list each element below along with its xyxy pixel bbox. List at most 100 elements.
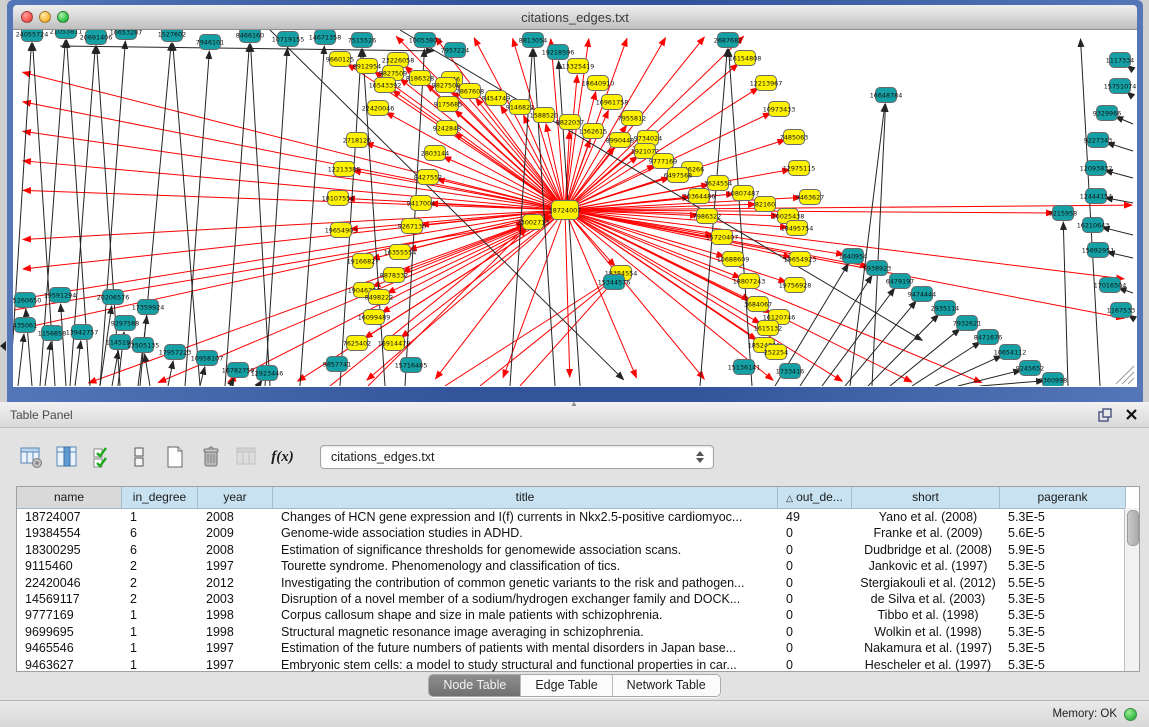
graph-node[interactable]: [1083, 218, 1104, 233]
graph-node[interactable]: [368, 101, 389, 116]
graph-node[interactable]: [790, 252, 811, 267]
graph-node[interactable]: [800, 190, 821, 205]
function-builder-button[interactable]: f(x): [270, 445, 295, 470]
graph-node[interactable]: [787, 221, 808, 236]
table-settings-button[interactable]: [18, 445, 43, 470]
graph-node[interactable]: [712, 230, 733, 245]
graph-node[interactable]: [115, 316, 136, 331]
tab-node-table[interactable]: Node Table: [429, 675, 520, 696]
new-column-button[interactable]: [162, 445, 187, 470]
graph-node[interactable]: [72, 325, 93, 340]
graph-node[interactable]: [766, 345, 787, 360]
graph-node[interactable]: [622, 111, 643, 126]
graph-node[interactable]: [1043, 373, 1064, 388]
graph-node[interactable]: [912, 287, 933, 302]
graph-node[interactable]: [978, 330, 999, 345]
memory-status-indicator[interactable]: [1124, 708, 1137, 721]
graph-node[interactable]: [653, 154, 674, 169]
graph-node[interactable]: [1086, 161, 1107, 176]
graph-node[interactable]: [390, 245, 411, 260]
graph-node[interactable]: [739, 274, 760, 289]
graph-node[interactable]: [278, 32, 299, 47]
graph-node[interactable]: [347, 336, 368, 351]
graph-node[interactable]: [523, 215, 544, 230]
graph-node[interactable]: [843, 249, 864, 264]
column-header-short[interactable]: short: [852, 487, 1000, 508]
graph-node[interactable]: [436, 78, 457, 93]
graph-node[interactable]: [1110, 53, 1131, 68]
graph-node[interactable]: [15, 318, 36, 333]
table-row[interactable]: 911546021997Tourette syndrome. Phenomeno…: [17, 558, 1139, 574]
table-row[interactable]: 1830029562008Estimation of significance …: [17, 542, 1139, 558]
graph-node[interactable]: [353, 254, 374, 269]
graph-node[interactable]: [86, 30, 107, 45]
graph-node[interactable]: [418, 170, 439, 185]
graph-node[interactable]: [42, 326, 63, 341]
graph-node[interactable]: [410, 71, 431, 86]
tab-edge-table[interactable]: Edge Table: [520, 675, 611, 696]
split-handle-icon[interactable]: ▲: [570, 400, 578, 408]
graph-node[interactable]: [588, 76, 609, 91]
graph-node[interactable]: [697, 209, 718, 224]
graph-node[interactable]: [733, 186, 754, 201]
graph-node[interactable]: [957, 316, 978, 331]
tab-network-table[interactable]: Network Table: [612, 675, 720, 696]
graph-node[interactable]: [785, 278, 806, 293]
graph-node[interactable]: [708, 176, 729, 191]
graph-node[interactable]: [411, 196, 432, 211]
graph-node[interactable]: [780, 364, 801, 379]
graph-node[interactable]: [438, 97, 459, 112]
network-graph-canvas[interactable]: 2405572421053811206914061065328715276027…: [0, 0, 1149, 402]
graph-node[interactable]: [560, 115, 581, 130]
graph-node[interactable]: [789, 161, 810, 176]
graph-node[interactable]: [22, 27, 43, 42]
graph-node[interactable]: [756, 76, 777, 91]
graph-node[interactable]: [552, 201, 579, 220]
graph-node[interactable]: [755, 197, 776, 212]
graph-node[interactable]: [534, 108, 555, 123]
graph-node[interactable]: [110, 335, 131, 350]
graph-node[interactable]: [723, 252, 744, 267]
graph-node[interactable]: [200, 35, 221, 50]
select-attributes-button[interactable]: [90, 445, 115, 470]
graph-node[interactable]: [510, 100, 531, 115]
graph-node[interactable]: [384, 268, 405, 283]
graph-node[interactable]: [328, 191, 349, 206]
graph-node[interactable]: [935, 301, 956, 316]
graph-node[interactable]: [165, 345, 186, 360]
graph-node[interactable]: [15, 293, 36, 308]
graph-node[interactable]: [240, 28, 261, 43]
graph-node[interactable]: [257, 366, 278, 381]
column-header-out_degree[interactable]: △out_de...: [778, 487, 852, 508]
float-panel-icon[interactable]: [1097, 407, 1113, 423]
graph-node[interactable]: [402, 219, 423, 234]
network-table-selector[interactable]: citations_edges.txt: [320, 445, 714, 469]
graph-node[interactable]: [401, 358, 422, 373]
graph-node[interactable]: [867, 261, 888, 276]
graph-node[interactable]: [460, 84, 481, 99]
graph-node[interactable]: [1088, 243, 1109, 258]
table-row[interactable]: 946554611997Estimation of the future num…: [17, 640, 1139, 656]
graph-node[interactable]: [602, 95, 623, 110]
graph-node[interactable]: [568, 59, 589, 74]
graph-node[interactable]: [890, 274, 911, 289]
close-panel-icon[interactable]: [1123, 407, 1139, 423]
delete-column-button[interactable]: [198, 445, 223, 470]
table-row[interactable]: 1456911722003Disruption of a novel membe…: [17, 591, 1139, 607]
graph-node[interactable]: [876, 88, 897, 103]
graph-node[interactable]: [604, 275, 625, 290]
graph-node[interactable]: [327, 357, 348, 372]
table-scrollbar[interactable]: [1124, 508, 1139, 671]
show-column-button[interactable]: [54, 445, 79, 470]
graph-node[interactable]: [415, 33, 436, 48]
graph-node[interactable]: [375, 78, 396, 93]
graph-node[interactable]: [784, 130, 805, 145]
graph-node[interactable]: [758, 321, 779, 336]
graph-node[interactable]: [315, 30, 336, 45]
graph-node[interactable]: [1110, 79, 1131, 94]
graph-node[interactable]: [352, 33, 373, 48]
table-row[interactable]: 1938455462009Genome-wide association stu…: [17, 525, 1139, 541]
column-header-title[interactable]: title: [273, 487, 778, 508]
graph-node[interactable]: [103, 290, 124, 305]
graph-node[interactable]: [50, 288, 71, 303]
